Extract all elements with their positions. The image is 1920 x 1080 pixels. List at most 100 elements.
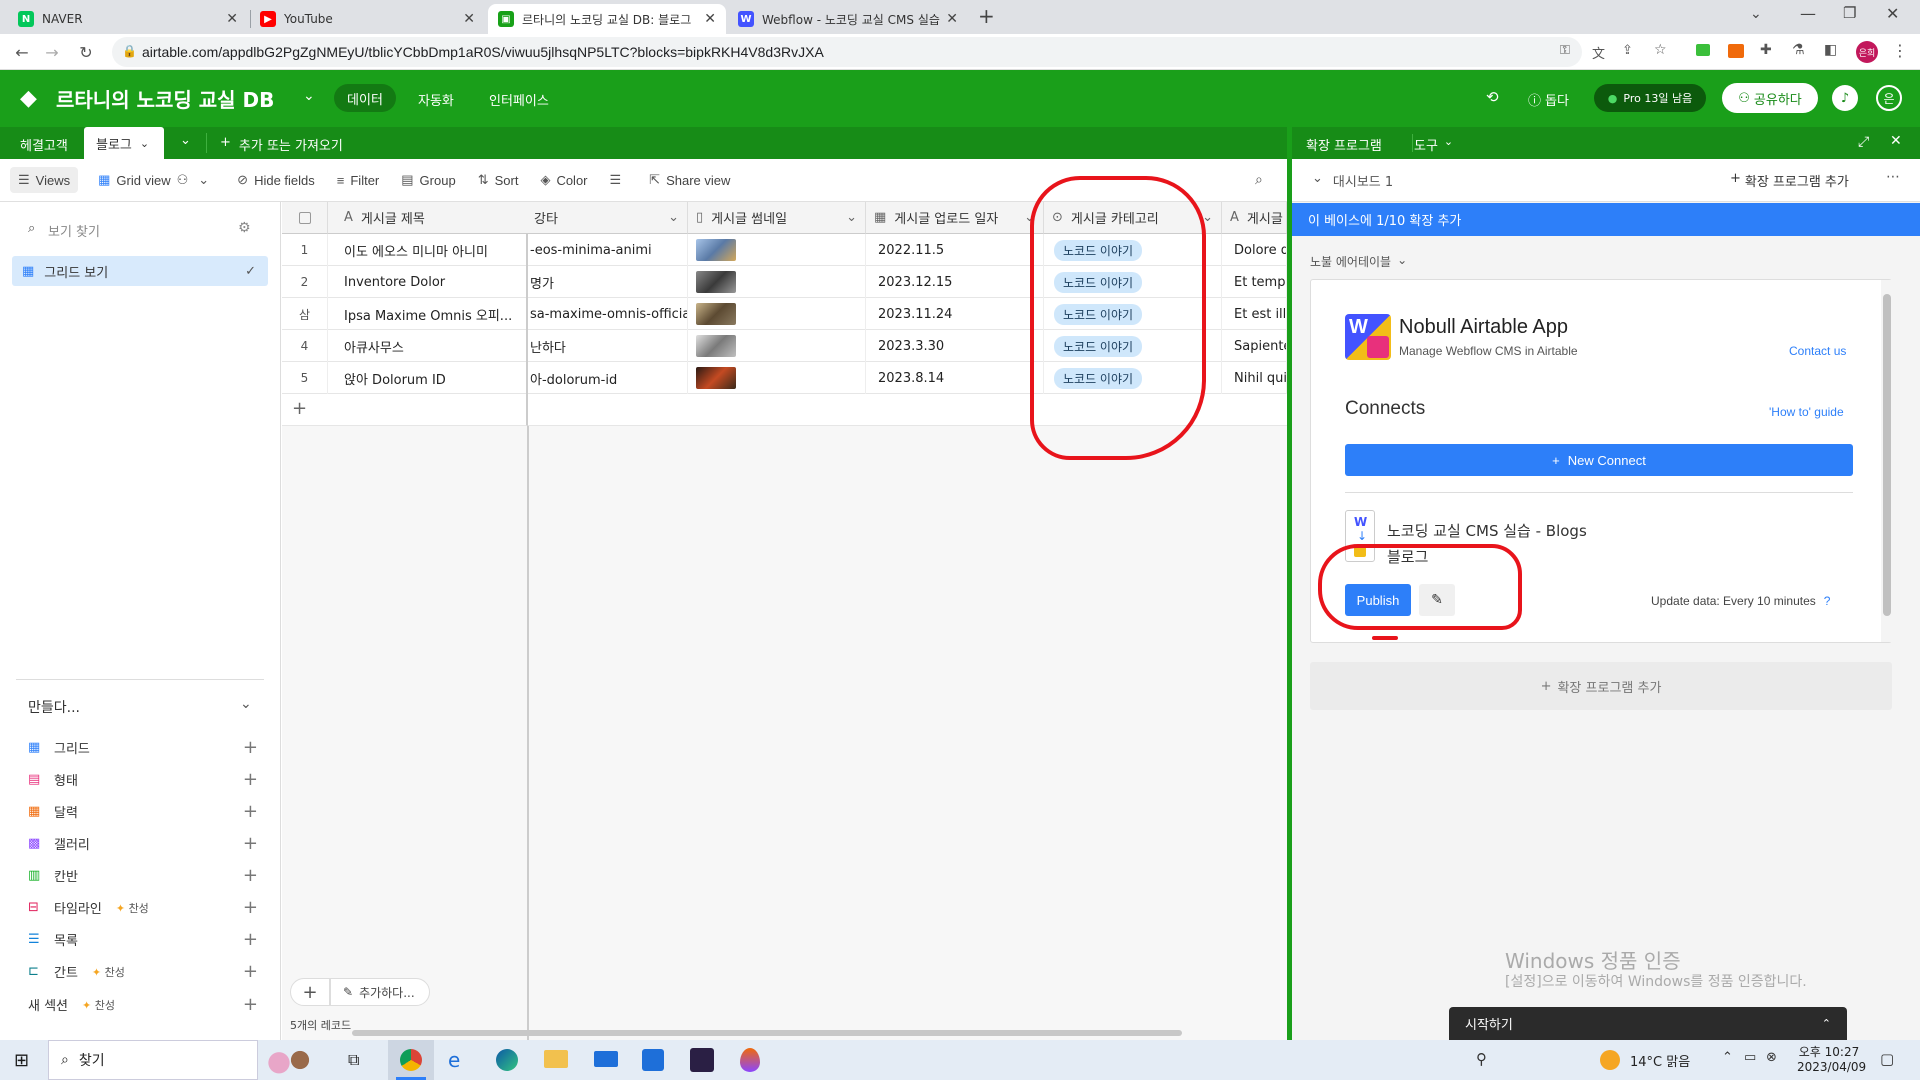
- share-view-button[interactable]: ⇱ Share view: [649, 172, 730, 188]
- chevron-down-icon[interactable]: ⌄: [180, 133, 191, 148]
- column-header-body[interactable]: A 게시글: [1222, 202, 1287, 234]
- chevron-up-icon[interactable]: ⌃: [1722, 1050, 1733, 1065]
- cell-slug[interactable]: 명가: [528, 266, 688, 298]
- bottom-add-extension-button[interactable]: + 확장 프로그램 추가: [1310, 662, 1892, 710]
- column-header-slug[interactable]: 강타 ⌄: [528, 202, 688, 234]
- add-row[interactable]: +: [282, 394, 528, 426]
- select-all-checkbox[interactable]: [282, 202, 328, 234]
- cell-title[interactable]: 앉아 Dolorum ID: [328, 362, 528, 394]
- key-icon[interactable]: ⚿: [1560, 43, 1570, 58]
- task-view-icon[interactable]: ⧉: [348, 1050, 359, 1070]
- cell-body[interactable]: Et est illu: [1222, 298, 1287, 330]
- extension-icon[interactable]: [1696, 44, 1710, 56]
- tools-menu[interactable]: 도구 ⌄: [1414, 135, 1453, 154]
- getting-started-popup[interactable]: 시작하기 ⌃: [1449, 1007, 1847, 1040]
- group-button[interactable]: ▤ Group: [401, 172, 455, 188]
- create-list[interactable]: ☰ 목록 +: [28, 929, 258, 950]
- cell-date[interactable]: 2023.3.30: [866, 330, 1044, 362]
- add-record-button[interactable]: +: [290, 978, 330, 1006]
- search-icon[interactable]: ⌕: [1255, 172, 1263, 188]
- cell-thumbnail[interactable]: [688, 330, 866, 362]
- profile-avatar[interactable]: 은희: [1856, 41, 1878, 63]
- app-icon[interactable]: [740, 1048, 760, 1072]
- windows-start-icon[interactable]: ⊞: [14, 1050, 29, 1071]
- url-field[interactable]: 🔒 airtable.com/appdlbG2PgZgNMEyU/tblicYC…: [112, 37, 1582, 67]
- cell-thumbnail[interactable]: [688, 298, 866, 330]
- chrome-taskbar-button[interactable]: [388, 1040, 434, 1080]
- create-gantt[interactable]: ⊏ 간트 찬성 +: [28, 961, 258, 982]
- create-timeline[interactable]: ⊟ 타임라인 찬성 +: [28, 897, 258, 918]
- mail-icon[interactable]: [594, 1051, 618, 1067]
- filter-button[interactable]: ≡ Filter: [337, 173, 379, 188]
- close-icon[interactable]: ✕: [463, 11, 475, 27]
- close-window-button[interactable]: ✕: [1886, 4, 1899, 23]
- grid-view-button[interactable]: ▦ Grid view ⚇ ⌄: [98, 172, 215, 188]
- maximize-button[interactable]: ❐: [1843, 4, 1856, 22]
- create-grid[interactable]: ▦ 그리드 +: [28, 737, 258, 758]
- cell-date[interactable]: 2023.8.14: [866, 362, 1044, 394]
- create-section[interactable]: 새 섹션 찬성 +: [28, 994, 258, 1015]
- column-header-date[interactable]: ▦ 게시글 업로드 일자 ⌄: [866, 202, 1044, 234]
- weather-text[interactable]: 14°C 맑음: [1630, 1051, 1690, 1070]
- sort-button[interactable]: ⇅ Sort: [478, 172, 519, 188]
- cell-thumbnail[interactable]: [688, 266, 866, 298]
- cell-title[interactable]: Ipsa Maxime Omnis 오피...: [328, 298, 528, 330]
- vertical-scrollbar[interactable]: [1881, 280, 1893, 642]
- help-icon[interactable]: ?: [1824, 594, 1831, 608]
- cell-slug[interactable]: -eos-minima-animi: [528, 234, 688, 266]
- menu-icon[interactable]: ⋮: [1892, 41, 1908, 60]
- create-calendar[interactable]: ▦ 달력 +: [28, 801, 258, 822]
- row-height-button[interactable]: ☰: [610, 172, 628, 188]
- chevron-down-icon[interactable]: ⌄: [240, 696, 252, 712]
- close-icon[interactable]: ✕: [226, 11, 238, 27]
- cell-body[interactable]: Dolore q: [1222, 234, 1287, 266]
- file-explorer-icon[interactable]: [544, 1050, 568, 1068]
- translate-icon[interactable]: 文: [1592, 43, 1605, 62]
- dashboard-selector[interactable]: ⌄ 대시보드 1: [1312, 171, 1393, 190]
- create-form[interactable]: ▤ 형태 +: [28, 769, 258, 790]
- share-button[interactable]: ⚇ 공유하다: [1722, 83, 1818, 113]
- network-icon[interactable]: ⊗: [1766, 1050, 1777, 1065]
- share-icon[interactable]: ⇪: [1622, 43, 1633, 58]
- nav-interface[interactable]: 인터페이스: [489, 90, 549, 109]
- gear-icon[interactable]: ⚙: [238, 220, 251, 236]
- store-icon[interactable]: [642, 1049, 664, 1071]
- cell-slug[interactable]: sa-maxime-omnis-officia: [528, 298, 688, 330]
- column-header-thumbnail[interactable]: ▯ 게시글 썸네일 ⌄: [688, 202, 866, 234]
- close-icon[interactable]: ✕: [946, 11, 958, 27]
- nav-data[interactable]: 데이터: [334, 84, 396, 112]
- cell-slug[interactable]: 아-dolorum-id: [528, 362, 688, 394]
- cell-title[interactable]: 아큐사무스: [328, 330, 528, 362]
- create-kanban[interactable]: ▥ 칸반 +: [28, 865, 258, 886]
- back-button[interactable]: ←: [10, 40, 34, 64]
- color-button[interactable]: ◈ Color: [540, 172, 587, 188]
- cell-body[interactable]: Nihil qui: [1222, 362, 1287, 394]
- nav-automation[interactable]: 자동화: [418, 90, 454, 109]
- add-import-button[interactable]: + 추가 또는 가져오기: [220, 135, 343, 154]
- tab-search-icon[interactable]: ⌄: [1750, 6, 1762, 22]
- browser-tab-youtube[interactable]: ▶ YouTube ✕: [250, 4, 485, 34]
- trial-badge[interactable]: ● Pro 13일 남음: [1594, 84, 1706, 112]
- chevron-down-icon[interactable]: ⌄: [303, 88, 315, 104]
- cell-title[interactable]: Inventore Dolor: [328, 266, 528, 298]
- extension-name[interactable]: 노불 에어테이블 ⌄: [1310, 253, 1407, 270]
- contact-us-link[interactable]: Contact us: [1789, 344, 1846, 358]
- clock[interactable]: 오후 10:27 2023/04/09: [1797, 1043, 1866, 1074]
- sidepanel-icon[interactable]: ◧: [1824, 42, 1837, 58]
- cell-thumbnail[interactable]: [688, 362, 866, 394]
- base-name[interactable]: 르타니의 노코딩 교실 DB: [56, 84, 274, 113]
- cell-date[interactable]: 2022.11.5: [866, 234, 1044, 266]
- cell-slug[interactable]: 난하다: [528, 330, 688, 362]
- bookmark-star-icon[interactable]: ☆: [1654, 42, 1667, 58]
- user-avatar[interactable]: 은: [1876, 85, 1902, 111]
- puzzle-icon[interactable]: ✚: [1760, 42, 1772, 58]
- bell-icon[interactable]: ♪: [1832, 85, 1858, 111]
- close-icon[interactable]: ✕: [704, 11, 716, 27]
- reload-button[interactable]: ↻: [74, 40, 98, 64]
- view-search-input[interactable]: 보기 찾기: [48, 221, 100, 240]
- cell-body[interactable]: Sapiente: [1222, 330, 1287, 362]
- how-to-guide-link[interactable]: 'How to' guide: [1769, 405, 1844, 419]
- edge-icon[interactable]: [496, 1049, 518, 1071]
- add-extension-button[interactable]: + 확장 프로그램 추가: [1730, 171, 1849, 190]
- view-item-grid[interactable]: ▦ 그리드 보기 ✓: [12, 256, 268, 286]
